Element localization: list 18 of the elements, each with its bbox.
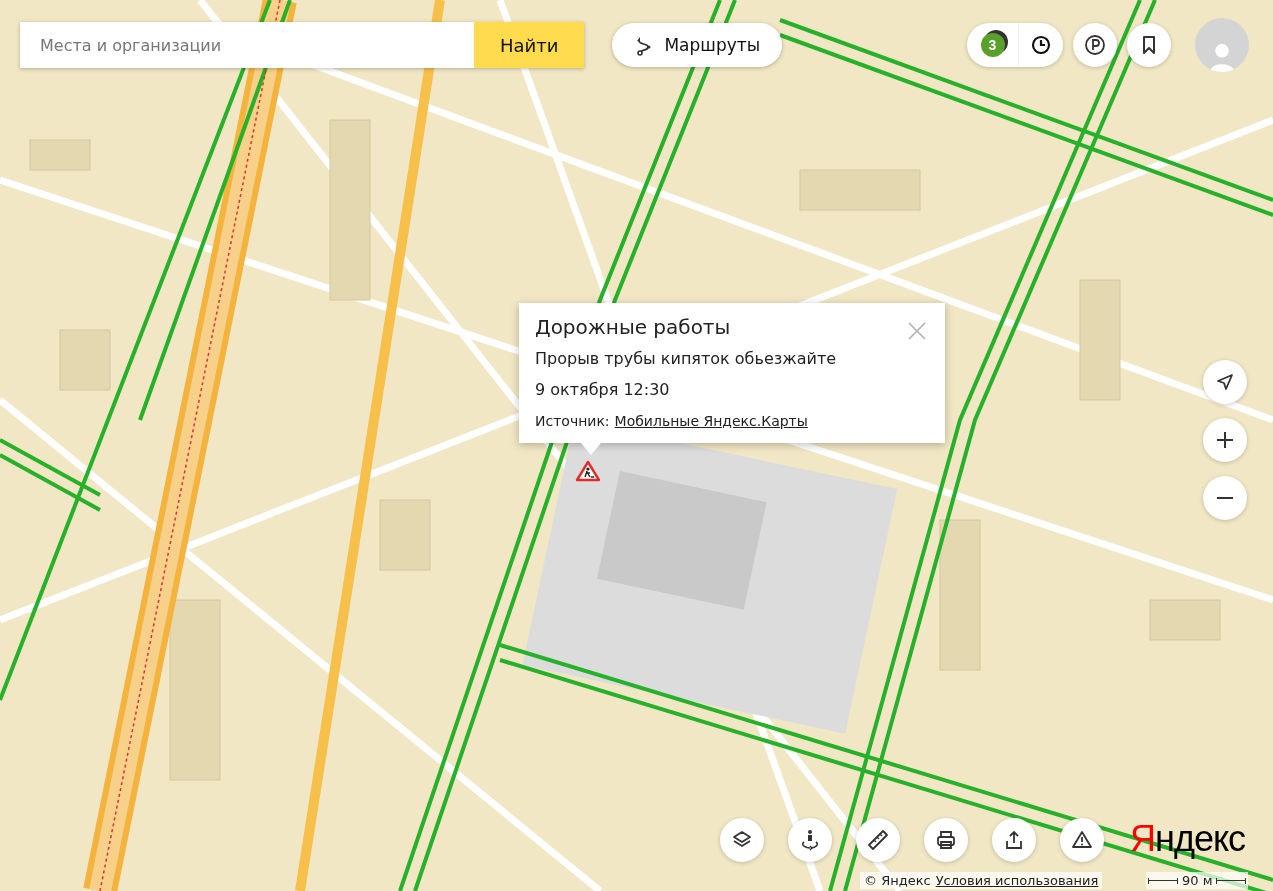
popup-time: 9 октября 12:30 xyxy=(535,380,671,399)
traffic-score: 3 xyxy=(980,33,1005,57)
routes-button[interactable]: Маршруты xyxy=(612,23,783,67)
parking-icon xyxy=(1083,33,1107,57)
search-field[interactable]: Места и организации xyxy=(20,22,474,68)
popup-title: Дорожные работы xyxy=(535,315,731,339)
find-button[interactable]: Найти xyxy=(474,22,585,68)
source-label: Источник: xyxy=(535,413,610,429)
copyright-text: © Яндекс xyxy=(864,873,931,888)
clock-icon xyxy=(1029,33,1053,57)
yandex-logo: Яндекс xyxy=(1130,818,1246,860)
roadwork-sign-icon[interactable] xyxy=(575,460,601,482)
scale-label: 90 м xyxy=(1182,873,1213,888)
source-link[interactable]: Мобильные Яндекс.Карты xyxy=(614,413,808,429)
popup-description: Прорыв трубы кипяток обьезжайте xyxy=(535,349,838,368)
terms-link[interactable]: Условия использования xyxy=(935,873,1099,888)
printer-icon xyxy=(934,828,958,852)
ruler-icon xyxy=(866,828,890,852)
